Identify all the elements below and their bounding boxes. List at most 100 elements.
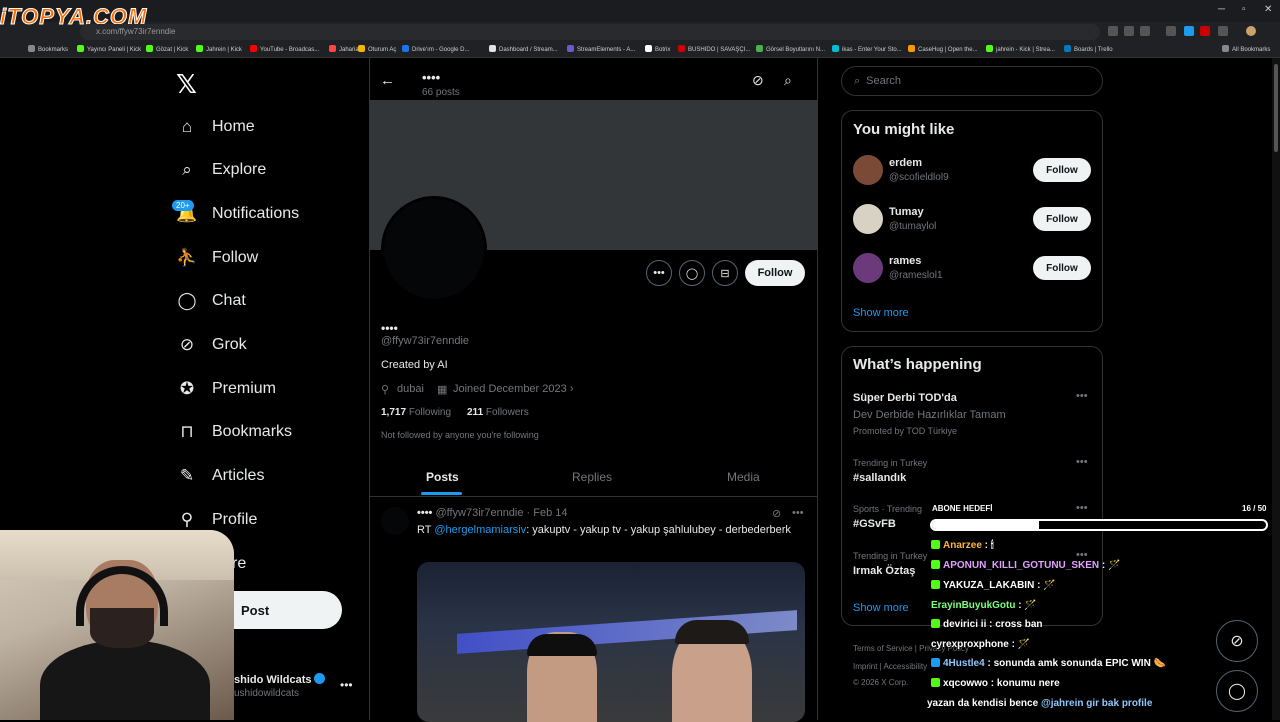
extension-icon[interactable] (1166, 26, 1176, 36)
bookmark-item[interactable]: BUSHIDO | SAVAŞÇI... (678, 45, 750, 53)
tweet-author-name[interactable]: •••• (417, 507, 432, 519)
x-logo[interactable]: 𝕏 (176, 70, 197, 100)
scrollbar-thumb[interactable] (1274, 64, 1278, 152)
search-input[interactable]: ⌕ Search (841, 66, 1103, 96)
bookmark-item[interactable]: ikas - Enter Your Sto... (832, 45, 902, 53)
bookmark-item[interactable]: YouTube - Broadcas... (250, 45, 319, 53)
scrollbar[interactable] (1272, 58, 1280, 720)
chat-icon: ◯ (177, 291, 197, 310)
sidebar-item-premium[interactable]: ✪ Premium (176, 367, 276, 411)
follow-button[interactable]: Follow (1033, 207, 1091, 231)
bookmark-item[interactable]: Yayıncı Paneli | Kick (77, 45, 141, 53)
bookmark-item[interactable]: Jahrein | Kick (196, 45, 242, 53)
bookmark-item[interactable]: Botrix (645, 45, 670, 53)
tweet-media-image[interactable] (417, 562, 805, 722)
account-more-icon[interactable]: ••• (340, 678, 353, 692)
suggested-user-name[interactable]: erdem (889, 157, 922, 169)
bookmark-item[interactable]: Dashboard / Stream... (489, 45, 558, 53)
suggested-user-name[interactable]: Tumay (889, 206, 924, 218)
divider (369, 496, 818, 497)
account-switcher[interactable]: shido Wildcats (234, 673, 325, 686)
chat-text: : 🪄 (1034, 580, 1056, 591)
profile-avatar[interactable] (381, 196, 487, 302)
bookmark-item[interactable]: Bookmarks (28, 45, 68, 53)
bookmark-favicon-icon (645, 45, 652, 52)
sidebar-item-chat[interactable]: ◯ Chat (176, 279, 245, 323)
tweet-mention-link[interactable]: @hergelmamiarsiv (434, 524, 526, 536)
subscribe-gift-icon[interactable]: ⊟ (712, 260, 738, 286)
messages-float-icon[interactable]: ◯ (1216, 670, 1258, 712)
sidebar-item-bookmarks[interactable]: ⊓ Bookmarks (176, 410, 292, 454)
address-bar[interactable]: x.com/ffyw73ir7enndie (80, 24, 1100, 40)
bookmark-item[interactable]: CaseHug | Open the... (908, 45, 978, 53)
sidebar-item-label: Explore (212, 161, 267, 178)
search-icon[interactable]: ⌕ (784, 72, 792, 89)
tab-media[interactable]: Media (727, 470, 760, 484)
sidebar-item-home[interactable]: ⌂ Home (176, 105, 255, 149)
bookmark-favicon-icon (1064, 45, 1071, 52)
trend-more-icon[interactable]: ••• (1076, 456, 1088, 468)
bookmark-item[interactable]: Drive'ım - Google D... (402, 45, 470, 53)
avatar[interactable] (853, 204, 883, 234)
extension-icon[interactable] (1218, 26, 1228, 36)
follow-button[interactable]: Follow (745, 260, 805, 286)
avatar[interactable] (853, 253, 883, 283)
maximize-icon[interactable]: ▫ (1242, 4, 1246, 15)
bookmark-icon: ⊓ (180, 422, 194, 441)
suggested-user-handle: @tumaylol (889, 221, 937, 232)
back-arrow-icon[interactable]: ← (380, 72, 395, 89)
extension-icon[interactable] (1108, 26, 1118, 36)
bookmark-item[interactable]: StreamElements - A... (567, 45, 635, 53)
minimize-icon[interactable]: ─ (1218, 4, 1225, 15)
browser-tab-bar (0, 0, 1280, 22)
trend-context: Trending in Turkey (853, 551, 928, 561)
tab-posts[interactable]: Posts (426, 470, 459, 484)
extension-icon[interactable] (1184, 26, 1194, 36)
bookmark-item[interactable]: Boards | Trello (1064, 45, 1113, 53)
bookmark-favicon-icon (986, 45, 993, 52)
bookmark-item[interactable]: Oturum Aç (358, 45, 396, 53)
sidebar-item-follow[interactable]: ⛹ Follow (176, 236, 258, 280)
bookmark-item[interactable]: Jaharia (329, 45, 359, 53)
media-hair (675, 620, 749, 644)
chat-message: ErayinBuyukGotu : 🪄 (931, 600, 1037, 611)
sidebar-item-grok[interactable]: ⊘ Grok (176, 323, 247, 367)
bookmark-item[interactable]: Gözat | Kick (146, 45, 188, 53)
trends-show-more-link[interactable]: Show more (853, 602, 909, 614)
show-more-link[interactable]: Show more (853, 307, 909, 319)
tab-replies[interactable]: Replies (572, 470, 612, 484)
grok-icon[interactable]: ⊘ (752, 72, 764, 89)
grok-float-icon[interactable]: ⊘ (1216, 620, 1258, 662)
webcam-body (40, 640, 210, 720)
bookmark-favicon-icon (77, 45, 84, 52)
profile-joined[interactable]: Joined December 2023 › (453, 383, 573, 395)
grok-icon[interactable]: ⊘ (772, 507, 781, 520)
following-link[interactable]: 1,717 Following (381, 407, 451, 418)
extension-icon[interactable] (1200, 26, 1210, 36)
follow-button[interactable]: Follow (1033, 256, 1091, 280)
bookmark-item[interactable]: Görsel Boyutlarını N... (756, 45, 825, 53)
media-cap (527, 634, 597, 656)
close-icon[interactable]: ✕ (1264, 4, 1272, 15)
sidebar-item-notifications[interactable]: 🔔 Notifications (176, 192, 299, 236)
profile-avatar-icon[interactable] (1246, 26, 1256, 36)
tweet-avatar[interactable] (381, 507, 409, 535)
followers-link[interactable]: 211 Followers (467, 407, 529, 418)
trend-more-icon[interactable]: ••• (1076, 502, 1088, 514)
suggested-user-name[interactable]: rames (889, 255, 921, 267)
avatar[interactable] (853, 155, 883, 185)
chat-text: : 🕯 (981, 540, 994, 551)
bookmark-star-icon[interactable] (1140, 26, 1150, 36)
sidebar-item-re[interactable]: re (232, 542, 246, 586)
grok-chat-icon[interactable]: ◯ (679, 260, 705, 286)
trend-more-icon[interactable]: ••• (1076, 390, 1088, 402)
sidebar-item-explore[interactable]: ⌕ Explore (176, 148, 266, 192)
bookmark-item[interactable]: jahrein - Kick | Strea... (986, 45, 1055, 53)
sidebar-item-articles[interactable]: ✎ Articles (176, 454, 265, 498)
zoom-icon[interactable] (1124, 26, 1134, 36)
url-text: x.com/ffyw73ir7enndie (96, 27, 176, 36)
tweet-more-icon[interactable]: ••• (792, 507, 804, 519)
follow-button[interactable]: Follow (1033, 158, 1091, 182)
more-options-icon[interactable]: ••• (646, 260, 672, 286)
all-bookmarks-link[interactable]: All Bookmarks (1222, 45, 1270, 53)
